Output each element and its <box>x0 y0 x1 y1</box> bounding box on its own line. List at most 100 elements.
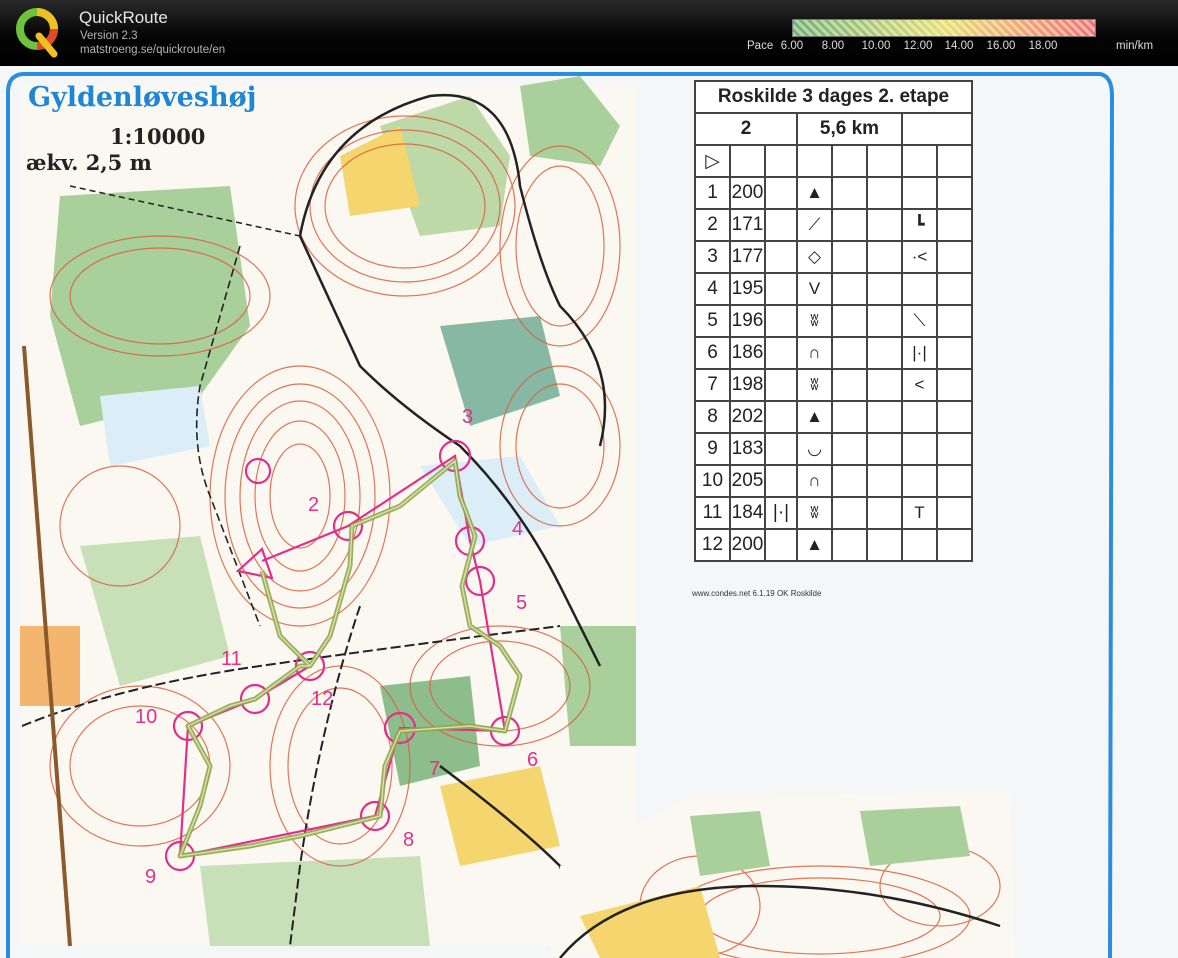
control-number-cell: 10 <box>694 464 731 498</box>
control-code-cell: 205 <box>729 464 766 498</box>
pace-tick: 14.00 <box>944 40 974 52</box>
orienteering-map[interactable]: Gyldenløveshøj 1:10000 ækv. 2,5 m 2 3 4 … <box>0 66 1178 958</box>
control-code-cell: 171 <box>729 208 766 242</box>
green-area <box>560 626 636 746</box>
feature-symbol-cell: ▲ <box>796 528 833 562</box>
control-number-cell: 6 <box>694 336 731 370</box>
control-code-cell: 195 <box>729 272 766 306</box>
green-area <box>200 856 430 946</box>
feature-c-cell <box>764 368 798 402</box>
control-number: 12 <box>311 688 334 710</box>
control-code-cell: 198 <box>729 368 766 402</box>
control-number: 4 <box>512 518 524 540</box>
description-footer: www.condes.net 6.1.19 OK Roskilde <box>692 589 822 598</box>
course-length: 5,6 km <box>796 112 903 146</box>
location-detail-cell: ┗ <box>901 208 938 242</box>
pace-tick: 12.00 <box>903 40 933 52</box>
control-description-sheet: Roskilde 3 dages 2. etape 2 5,6 km ▷ 1 20… <box>694 80 973 562</box>
control-row: 1 200 ▲ <box>694 176 973 210</box>
app-header: QuickRoute Version 2.3 matstroeng.se/qui… <box>0 0 1178 66</box>
control-row: 6 186 ∩ |·| <box>694 336 973 370</box>
control-row: 5 196 ʬ ⟍ <box>694 304 973 338</box>
control-number: 7 <box>429 758 441 780</box>
feature-symbol-cell: V <box>796 272 833 306</box>
control-row: 2 171 ⟋ ┗ <box>694 208 973 242</box>
map-title: Gyldenløveshøj <box>28 82 257 113</box>
pace-tick: 18.00 <box>1028 40 1058 52</box>
feature-symbol-cell: ◡ <box>796 432 833 466</box>
feature-c-cell <box>764 272 798 306</box>
control-row: 7 198 ʬ < <box>694 368 973 402</box>
feature-c-cell <box>764 432 798 466</box>
location-detail-cell <box>901 400 938 434</box>
map-equidistance: ækv. 2,5 m <box>26 150 152 175</box>
feature-c-cell: |·| <box>764 496 798 530</box>
app-url-link[interactable]: matstroeng.se/quickroute/en <box>80 44 225 56</box>
control-number: 8 <box>403 829 415 851</box>
control-number: 11 <box>221 648 242 670</box>
control-code-cell: 184 <box>729 496 766 530</box>
pace-tick: 6.00 <box>780 40 804 52</box>
pace-tick: 16.00 <box>986 40 1016 52</box>
map-graphics <box>6 72 1115 958</box>
pace-tick: 10.00 <box>861 40 891 52</box>
pace-unit: min/km <box>1116 40 1154 52</box>
control-number-cell: 7 <box>694 368 731 402</box>
control-code-cell: 183 <box>729 432 766 466</box>
control-row: 11 184 |·| ʬ T <box>694 496 973 530</box>
feature-symbol-cell: ◇ <box>796 240 833 274</box>
feature-symbol-cell: ʬ <box>796 496 833 530</box>
start-symbol: ▷ <box>694 144 731 178</box>
control-number: 3 <box>462 406 474 428</box>
control-number-cell: 11 <box>694 496 731 530</box>
feature-symbol-cell: ∩ <box>796 336 833 370</box>
pace-color-scale <box>792 19 1096 37</box>
green-area <box>690 811 770 876</box>
feature-c-cell <box>764 304 798 338</box>
app-version: Version 2.3 <box>80 30 138 42</box>
control-code-cell: 200 <box>729 528 766 562</box>
control-row: 8 202 ▲ <box>694 400 973 434</box>
location-detail-cell: ·< <box>901 240 938 274</box>
event-name: Roskilde 3 dages 2. etape <box>694 80 973 114</box>
feature-symbol-cell: ∩ <box>796 464 833 498</box>
control-number-cell: 8 <box>694 400 731 434</box>
control-code-cell: 186 <box>729 336 766 370</box>
control-number: 6 <box>527 749 539 771</box>
control-number: 2 <box>308 494 320 516</box>
feature-c-cell <box>764 336 798 370</box>
location-detail-cell <box>901 528 938 562</box>
location-detail-cell <box>901 176 938 210</box>
control-row: 12 200 ▲ <box>694 528 973 562</box>
control-row: 4 195 V <box>694 272 973 306</box>
control-number-cell: 1 <box>694 176 731 210</box>
feature-symbol-cell: ʬ <box>796 304 833 338</box>
control-number-cell: 9 <box>694 432 731 466</box>
location-detail-cell: < <box>901 368 938 402</box>
location-detail-cell: ⟍ <box>901 304 938 338</box>
control-row: 9 183 ◡ <box>694 432 973 466</box>
control-number: 5 <box>516 592 528 614</box>
control-number-cell: 2 <box>694 208 731 242</box>
control-number-cell: 3 <box>694 240 731 274</box>
control-number: 10 <box>135 706 158 728</box>
location-detail-cell <box>901 272 938 306</box>
course-number: 2 <box>694 112 798 146</box>
pace-tick: 8.00 <box>821 40 845 52</box>
green-area <box>860 806 970 866</box>
location-detail-cell <box>901 464 938 498</box>
feature-symbol-cell: ⟋ <box>796 208 833 242</box>
feature-c-cell <box>764 528 798 562</box>
feature-c-cell <box>764 176 798 210</box>
map-scale: 1:10000 <box>110 124 206 149</box>
control-code-cell: 196 <box>729 304 766 338</box>
feature-c-cell <box>764 208 798 242</box>
app-title: QuickRoute <box>79 8 168 27</box>
control-row: 10 205 ∩ <box>694 464 973 498</box>
feature-c-cell <box>764 464 798 498</box>
control-code-cell: 202 <box>729 400 766 434</box>
quickroute-logo-icon <box>16 8 58 58</box>
control-number-cell: 5 <box>694 304 731 338</box>
feature-symbol-cell: ▲ <box>796 400 833 434</box>
feature-symbol-cell: ▲ <box>796 176 833 210</box>
